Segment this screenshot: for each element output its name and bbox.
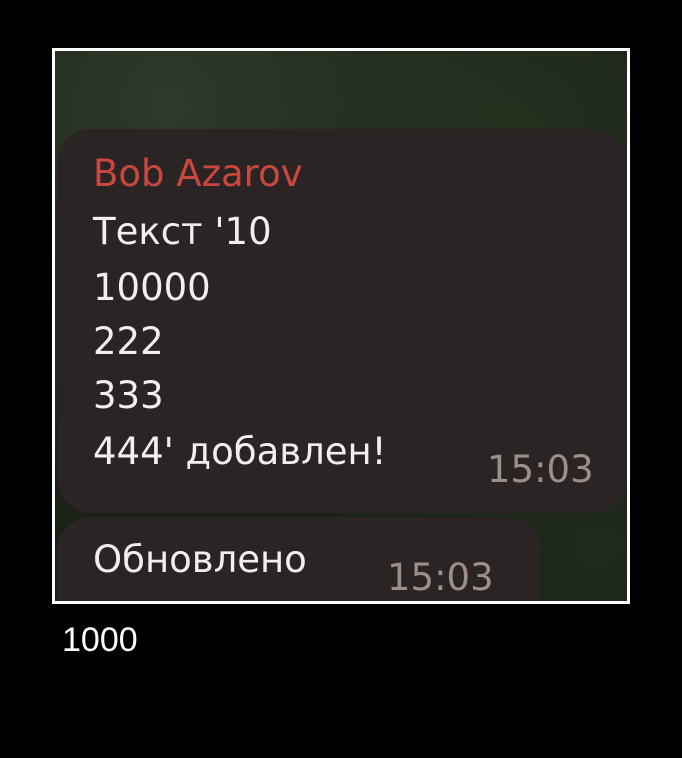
message-text-line: Текст '10 (93, 210, 272, 253)
message-text-line: 10000 (93, 266, 211, 309)
message-text-line: 222 (93, 320, 164, 363)
screenshot-frame: Bob Azarov Текст '10 10000 222 333 444' … (52, 48, 630, 604)
chat-area: Bob Azarov Текст '10 10000 222 333 444' … (55, 51, 627, 601)
message-text-line: 333 (93, 374, 164, 417)
message-text-line: Обновлено (93, 538, 307, 581)
message-timestamp: 15:03 (387, 556, 494, 599)
caption-label: 1000 (62, 621, 138, 659)
message-timestamp: 15:03 (487, 448, 594, 491)
message-text-line: 444' добавлен! (93, 430, 387, 473)
sender-name[interactable]: Bob Azarov (93, 151, 303, 197)
